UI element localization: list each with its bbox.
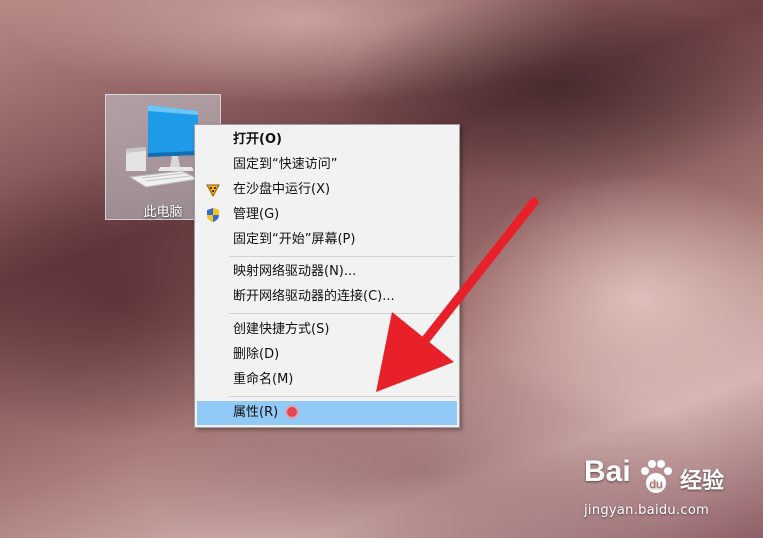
watermark-jingyan-text: 经验 (680, 469, 725, 494)
baidu-paw-icon: du (641, 460, 672, 493)
watermark-url: jingyan.baidu.com (584, 503, 710, 518)
baidu-jingyan-watermark: Bai du 经验 jingyan.baidu.com (584, 455, 754, 525)
watermark-logo-text: Bai (584, 455, 631, 488)
svg-text:du: du (649, 477, 662, 491)
